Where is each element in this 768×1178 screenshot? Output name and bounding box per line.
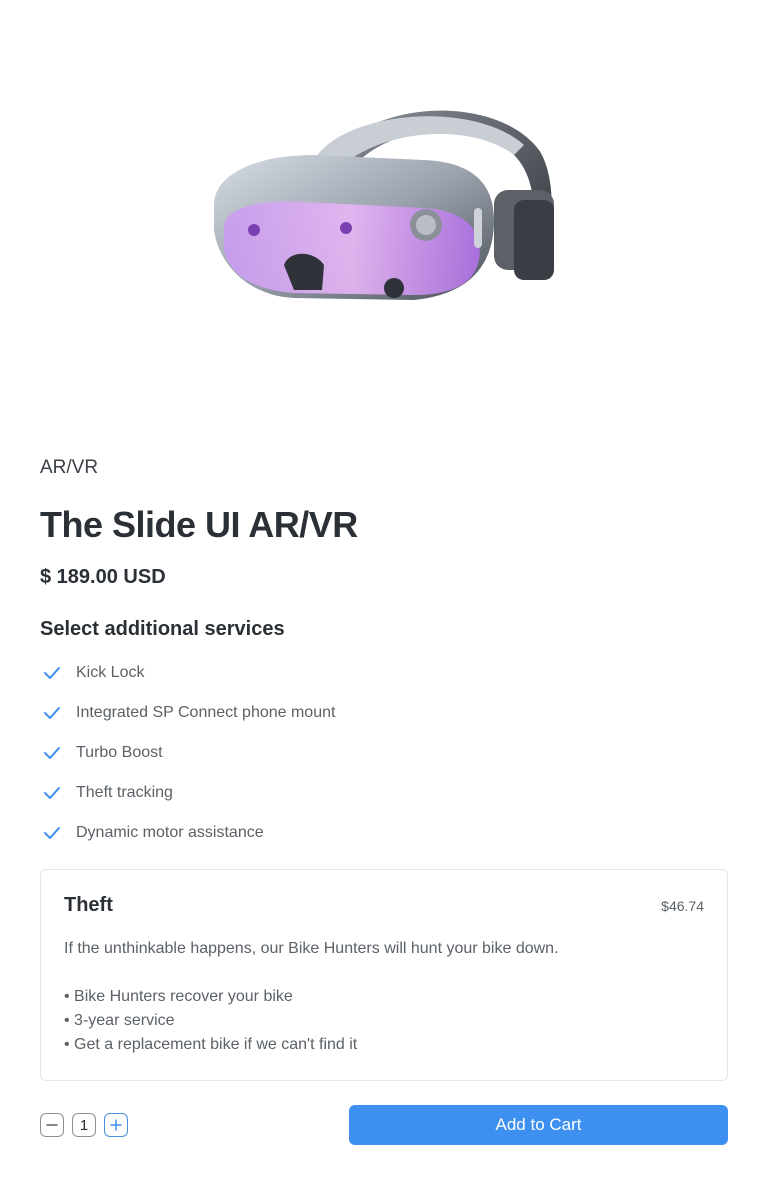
check-icon (40, 741, 64, 765)
service-label: Theft tracking (76, 784, 173, 801)
check-icon (40, 701, 64, 725)
check-icon (40, 661, 64, 685)
card-bullets: • Bike Hunters recover your bike • 3-yea… (64, 985, 704, 1057)
service-label: Integrated SP Connect phone mount (76, 704, 336, 721)
service-item-motor-assistance[interactable]: Dynamic motor assistance (40, 813, 728, 853)
card-bullet: • 3-year service (64, 1012, 175, 1029)
card-bullet: • Get a replacement bike if we can't fin… (64, 1036, 358, 1053)
add-to-cart-button[interactable]: Add to Cart (349, 1105, 728, 1145)
vr-headset-image (214, 110, 554, 300)
cart-actions: 1 Add to Cart (40, 1105, 728, 1145)
service-item-kick-lock[interactable]: Kick Lock (40, 653, 728, 693)
service-label: Kick Lock (76, 664, 145, 681)
card-description: If the unthinkable happens, our Bike Hun… (64, 940, 559, 957)
check-icon (40, 821, 64, 845)
quantity-value[interactable]: 1 (72, 1113, 96, 1137)
product-image (0, 0, 768, 420)
card-bullet: • Bike Hunters recover your bike (64, 988, 293, 1005)
product-price: $ 189.00 USD (40, 566, 166, 588)
service-label: Dynamic motor assistance (76, 824, 264, 841)
services-list: Kick Lock Integrated SP Connect phone mo… (40, 653, 728, 853)
product-category: AR/VR (40, 457, 99, 478)
service-label: Turbo Boost (76, 744, 163, 761)
service-item-theft-tracking[interactable]: Theft tracking (40, 773, 728, 813)
decrement-button[interactable] (40, 1113, 64, 1137)
service-detail-card: Theft $46.74 If the unthinkable happens,… (40, 869, 728, 1081)
check-icon (40, 781, 64, 805)
minus-icon (46, 1124, 58, 1126)
service-item-turbo-boost[interactable]: Turbo Boost (40, 733, 728, 773)
product-title: The Slide UI AR/VR (40, 504, 358, 545)
services-heading: Select additional services (40, 618, 285, 640)
card-price: $46.74 (661, 897, 704, 914)
service-item-phone-mount[interactable]: Integrated SP Connect phone mount (40, 693, 728, 733)
product-details: AR/VR The Slide UI AR/VR $ 189.00 USD Se… (40, 455, 728, 1145)
card-title: Theft (64, 894, 113, 916)
quantity-stepper: 1 (40, 1113, 128, 1137)
increment-button[interactable] (104, 1113, 128, 1137)
card-header: Theft $46.74 (64, 894, 704, 917)
plus-icon (110, 1119, 122, 1131)
